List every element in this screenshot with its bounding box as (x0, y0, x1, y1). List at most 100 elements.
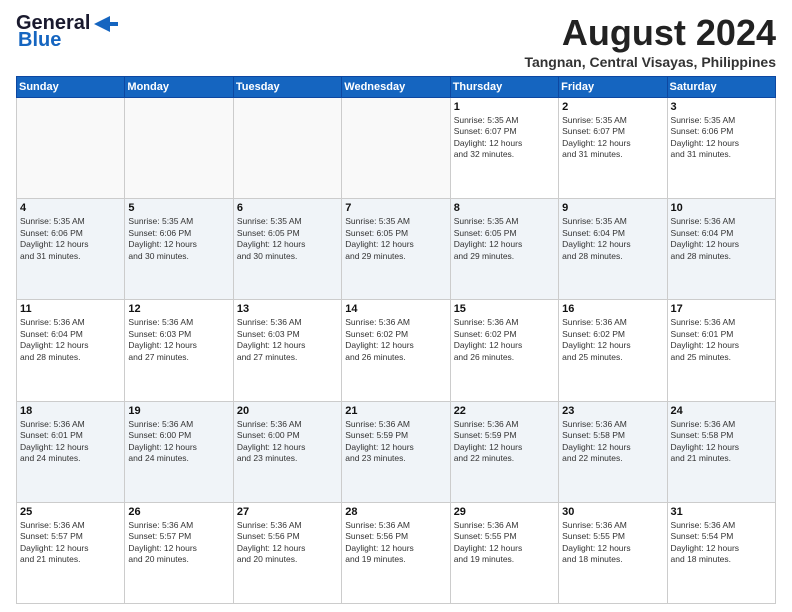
day-number: 7 (345, 202, 446, 214)
calendar-cell: 22Sunrise: 5:36 AM Sunset: 5:59 PM Dayli… (450, 401, 558, 502)
day-number: 21 (345, 405, 446, 417)
calendar-table: SundayMondayTuesdayWednesdayThursdayFrid… (16, 76, 776, 604)
cell-info: Sunrise: 5:36 AM Sunset: 6:03 PM Dayligh… (128, 317, 229, 363)
month-year: August 2024 (524, 12, 776, 54)
cell-info: Sunrise: 5:36 AM Sunset: 5:58 PM Dayligh… (562, 419, 663, 465)
calendar-cell: 30Sunrise: 5:36 AM Sunset: 5:55 PM Dayli… (559, 502, 667, 603)
day-number: 12 (128, 303, 229, 315)
cell-info: Sunrise: 5:36 AM Sunset: 6:04 PM Dayligh… (671, 216, 772, 262)
calendar-cell (17, 98, 125, 199)
calendar-cell: 7 Sunrise: 5:35 AM Sunset: 6:05 PM Daylig… (342, 199, 450, 300)
calendar-cell: 21 Sunrise: 5:36 AM Sunset: 5:59 PM Dayli… (342, 401, 450, 502)
calendar-cell (125, 98, 233, 199)
calendar-cell: 26Sunrise: 5:36 AM Sunset: 5:57 PM Dayli… (125, 502, 233, 603)
calendar-week-row: 18Sunrise: 5:36 AM Sunset: 6:01 PM Dayli… (17, 401, 776, 502)
day-number: 8 (454, 202, 555, 214)
calendar-cell: 18Sunrise: 5:36 AM Sunset: 6:01 PM Dayli… (17, 401, 125, 502)
calendar-cell: 15 Sunrise: 5:36 AM Sunset: 6:02 PM Dayli… (450, 300, 558, 401)
calendar-cell: 14 Sunrise: 5:36 AM Sunset: 6:02 PM Dayli… (342, 300, 450, 401)
day-number: 9 (562, 202, 663, 214)
header: General Blue August 2024 Tangnan, Centra… (16, 12, 776, 70)
cell-info: Sunrise: 5:36 AM Sunset: 6:00 PM Dayligh… (128, 419, 229, 465)
cell-info: Sunrise: 5:35 AM Sunset: 6:06 PM Dayligh… (671, 115, 772, 161)
page: General Blue August 2024 Tangnan, Centra… (0, 0, 792, 612)
calendar-cell: 3 Sunrise: 5:35 AM Sunset: 6:06 PM Daylig… (667, 98, 775, 199)
day-number: 23 (562, 405, 663, 417)
calendar-week-row: 11 Sunrise: 5:36 AM Sunset: 6:04 PM Dayli… (17, 300, 776, 401)
calendar-header-friday: Friday (559, 77, 667, 98)
calendar-cell: 23 Sunrise: 5:36 AM Sunset: 5:58 PM Dayli… (559, 401, 667, 502)
calendar-header-saturday: Saturday (667, 77, 775, 98)
calendar-cell: 25 Sunrise: 5:36 AM Sunset: 5:57 PM Dayli… (17, 502, 125, 603)
day-number: 17 (671, 303, 772, 315)
logo-blue: Blue (18, 29, 61, 52)
calendar-header-wednesday: Wednesday (342, 77, 450, 98)
calendar-cell: 31Sunrise: 5:36 AM Sunset: 5:54 PM Dayli… (667, 502, 775, 603)
cell-info: Sunrise: 5:36 AM Sunset: 6:02 PM Dayligh… (345, 317, 446, 363)
day-number: 20 (237, 405, 338, 417)
calendar-cell: 16 Sunrise: 5:36 AM Sunset: 6:02 PM Dayli… (559, 300, 667, 401)
cell-info: Sunrise: 5:35 AM Sunset: 6:05 PM Dayligh… (454, 216, 555, 262)
day-number: 4 (20, 202, 121, 214)
calendar-cell: 5Sunrise: 5:35 AM Sunset: 6:06 PM Daylig… (125, 199, 233, 300)
calendar-cell: 29 Sunrise: 5:36 AM Sunset: 5:55 PM Dayli… (450, 502, 558, 603)
day-number: 16 (562, 303, 663, 315)
calendar-cell: 19 Sunrise: 5:36 AM Sunset: 6:00 PM Dayli… (125, 401, 233, 502)
day-number: 22 (454, 405, 555, 417)
calendar-header-thursday: Thursday (450, 77, 558, 98)
cell-info: Sunrise: 5:36 AM Sunset: 6:04 PM Dayligh… (20, 317, 121, 363)
day-number: 25 (20, 506, 121, 518)
day-number: 24 (671, 405, 772, 417)
calendar-cell: 6Sunrise: 5:35 AM Sunset: 6:05 PM Daylig… (233, 199, 341, 300)
cell-info: Sunrise: 5:36 AM Sunset: 6:03 PM Dayligh… (237, 317, 338, 363)
calendar-cell: 9Sunrise: 5:35 AM Sunset: 6:04 PM Daylig… (559, 199, 667, 300)
day-number: 26 (128, 506, 229, 518)
cell-info: Sunrise: 5:35 AM Sunset: 6:06 PM Dayligh… (128, 216, 229, 262)
calendar-cell (233, 98, 341, 199)
logo-arrow-icon (90, 14, 118, 34)
calendar-cell: 10 Sunrise: 5:36 AM Sunset: 6:04 PM Dayli… (667, 199, 775, 300)
calendar-cell: 4 Sunrise: 5:35 AM Sunset: 6:06 PM Daylig… (17, 199, 125, 300)
calendar-cell: 27Sunrise: 5:36 AM Sunset: 5:56 PM Dayli… (233, 502, 341, 603)
calendar-cell: 1Sunrise: 5:35 AM Sunset: 6:07 PM Daylig… (450, 98, 558, 199)
cell-info: Sunrise: 5:36 AM Sunset: 5:55 PM Dayligh… (454, 520, 555, 566)
day-number: 11 (20, 303, 121, 315)
day-number: 1 (454, 101, 555, 113)
cell-info: Sunrise: 5:35 AM Sunset: 6:05 PM Dayligh… (345, 216, 446, 262)
calendar-header-sunday: Sunday (17, 77, 125, 98)
cell-info: Sunrise: 5:35 AM Sunset: 6:06 PM Dayligh… (20, 216, 121, 262)
calendar-header-monday: Monday (125, 77, 233, 98)
day-number: 18 (20, 405, 121, 417)
day-number: 28 (345, 506, 446, 518)
day-number: 15 (454, 303, 555, 315)
calendar-week-row: 1Sunrise: 5:35 AM Sunset: 6:07 PM Daylig… (17, 98, 776, 199)
cell-info: Sunrise: 5:36 AM Sunset: 6:01 PM Dayligh… (671, 317, 772, 363)
calendar-cell: 11 Sunrise: 5:36 AM Sunset: 6:04 PM Dayli… (17, 300, 125, 401)
cell-info: Sunrise: 5:36 AM Sunset: 6:02 PM Dayligh… (454, 317, 555, 363)
day-number: 31 (671, 506, 772, 518)
location: Tangnan, Central Visayas, Philippines (524, 54, 776, 70)
cell-info: Sunrise: 5:36 AM Sunset: 5:55 PM Dayligh… (562, 520, 663, 566)
cell-info: Sunrise: 5:35 AM Sunset: 6:05 PM Dayligh… (237, 216, 338, 262)
day-number: 14 (345, 303, 446, 315)
calendar-week-row: 4 Sunrise: 5:35 AM Sunset: 6:06 PM Daylig… (17, 199, 776, 300)
calendar-cell: 20 Sunrise: 5:36 AM Sunset: 6:00 PM Dayli… (233, 401, 341, 502)
day-number: 3 (671, 101, 772, 113)
cell-info: Sunrise: 5:36 AM Sunset: 5:59 PM Dayligh… (345, 419, 446, 465)
day-number: 13 (237, 303, 338, 315)
calendar-cell: 8 Sunrise: 5:35 AM Sunset: 6:05 PM Daylig… (450, 199, 558, 300)
day-number: 19 (128, 405, 229, 417)
calendar-week-row: 25 Sunrise: 5:36 AM Sunset: 5:57 PM Dayli… (17, 502, 776, 603)
cell-info: Sunrise: 5:36 AM Sunset: 6:02 PM Dayligh… (562, 317, 663, 363)
cell-info: Sunrise: 5:36 AM Sunset: 5:56 PM Dayligh… (345, 520, 446, 566)
cell-info: Sunrise: 5:36 AM Sunset: 5:57 PM Dayligh… (20, 520, 121, 566)
title-block: August 2024 Tangnan, Central Visayas, Ph… (524, 12, 776, 70)
calendar-cell (342, 98, 450, 199)
calendar-cell: 28 Sunrise: 5:36 AM Sunset: 5:56 PM Dayli… (342, 502, 450, 603)
day-number: 10 (671, 202, 772, 214)
calendar-cell: 24Sunrise: 5:36 AM Sunset: 5:58 PM Dayli… (667, 401, 775, 502)
cell-info: Sunrise: 5:36 AM Sunset: 6:00 PM Dayligh… (237, 419, 338, 465)
logo: General Blue (16, 12, 118, 52)
day-number: 29 (454, 506, 555, 518)
cell-info: Sunrise: 5:36 AM Sunset: 5:56 PM Dayligh… (237, 520, 338, 566)
